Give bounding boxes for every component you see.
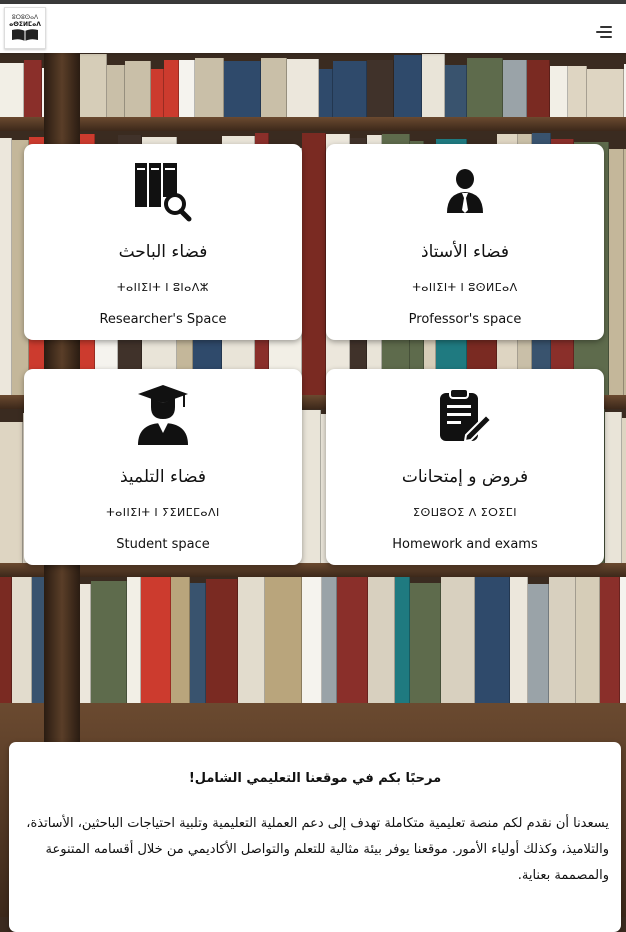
book-spine [206, 579, 238, 703]
hamburger-menu-icon[interactable] [596, 26, 612, 38]
homework-exams-card[interactable]: فروض و إمتحانات ⵉⵙⵡⵓⵔⵉ ⴷ ⵉⵔⵉⵎⵏ Homework … [326, 369, 604, 565]
shelf-board [0, 563, 626, 577]
book-spine [410, 583, 441, 703]
book-spine [576, 569, 600, 703]
book-spine [24, 60, 42, 117]
book-spine [620, 570, 626, 703]
bookshelf-row [0, 567, 626, 703]
open-book-logo-icon [12, 28, 38, 41]
book-spine [171, 573, 190, 703]
bookshelf-row [0, 53, 626, 117]
book-spine [302, 133, 326, 395]
card-title-ar: فضاء الباحث [118, 242, 208, 262]
book-spine [195, 58, 224, 117]
card-title-en: Researcher's Space [99, 312, 227, 327]
book-spine [527, 60, 550, 117]
book-spine [78, 54, 107, 117]
book-spine [467, 58, 503, 117]
book-spine [141, 577, 171, 703]
book-spine [394, 55, 422, 117]
person-tie-icon [447, 169, 483, 213]
book-spine [622, 418, 626, 563]
book-spine [190, 583, 206, 703]
card-title-tz: ⵜⴰⵏⵏⵉⵏⵜ ⵏ ⵢⵉⵍⵎⵎⴰⴷⵏ [106, 506, 220, 519]
site-header: ⵓⵔⵓⵙⴰⴷ ⴰⵙⵉⵍⵎⴰⴷ [0, 4, 626, 53]
site-logo[interactable]: ⵓⵔⵓⵙⴰⴷ ⴰⵙⵉⵍⵎⴰⴷ [4, 7, 46, 49]
book-spine [510, 567, 528, 703]
card-title-tz: ⵜⴰⵏⵏⵉⵏⵜ ⵏ ⵓⵙⵍⵎⴰⴷ [412, 281, 518, 294]
book-spine [302, 577, 322, 703]
book-spine [550, 66, 568, 117]
book-spine [395, 573, 410, 703]
book-spine [287, 59, 319, 117]
welcome-panel: مرحبًا بكم في موقعنا التعليمي الشامل! يس… [9, 742, 621, 932]
welcome-body: يسعدنا أن نقدم لكم منصة تعليمية متكاملة … [26, 816, 609, 883]
book-spine [368, 573, 395, 703]
card-title-en: Homework and exams [392, 537, 538, 552]
book-spine [528, 584, 549, 703]
book-spine [127, 570, 141, 703]
graduate-icon [138, 385, 188, 445]
book-spine [367, 60, 394, 117]
logo-line2: ⴰⵙⵉⵍⵎⴰⴷ [9, 20, 41, 28]
card-title-tz: ⵉⵙⵡⵓⵔⵉ ⴷ ⵉⵔⵉⵎⵏ [413, 506, 517, 519]
shelf-board [0, 117, 626, 131]
book-spine [91, 581, 127, 703]
book-spine [605, 412, 622, 563]
book-spine [238, 569, 265, 703]
book-spine [475, 573, 510, 703]
book-spine [0, 63, 24, 117]
clipboard-edit-icon [440, 388, 492, 443]
card-title-en: Professor's space [408, 312, 522, 327]
book-spine [164, 60, 179, 117]
book-spine [265, 577, 302, 703]
card-title-tz: ⵜⴰⵏⵏⵉⵏⵜ ⵏ ⵓⵏⴰⴷⵣ [117, 281, 209, 294]
professor-space-card[interactable]: فضاء الأستاذ ⵜⴰⵏⵏⵉⵏⵜ ⵏ ⵓⵙⵍⵎⴰⴷ Professor'… [326, 144, 604, 340]
card-title-ar: فروض و إمتحانات [401, 467, 529, 487]
card-title-ar: فضاء الأستاذ [421, 242, 509, 262]
student-space-card[interactable]: فضاء التلميذ ⵜⴰⵏⵏⵉⵏⵜ ⵏ ⵢⵉⵍⵎⵎⴰⴷⵏ Student … [24, 369, 302, 565]
book-spine [179, 60, 195, 117]
book-spine [445, 65, 467, 117]
welcome-title: مرحبًا بكم في موقعنا التعليمي الشامل! [188, 771, 442, 786]
book-spine [107, 65, 125, 117]
book-spine [568, 66, 587, 117]
book-spine [0, 422, 23, 563]
book-spine [609, 149, 624, 395]
book-spine [12, 571, 32, 703]
card-title-en: Student space [116, 537, 210, 552]
book-spine [587, 69, 624, 117]
book-spine [224, 61, 261, 117]
book-spine [151, 69, 164, 117]
book-spine [125, 61, 151, 117]
book-spine [319, 69, 333, 117]
book-search-icon [135, 163, 192, 222]
book-spine [261, 58, 287, 117]
book-spine [503, 60, 527, 117]
book-spine [0, 138, 12, 395]
researcher-space-card[interactable]: فضاء الباحث ⵜⴰⵏⵏⵉⵏⵜ ⵏ ⵓⵏⴰⴷⵣ Researcher's… [24, 144, 302, 340]
book-spine [441, 574, 475, 703]
book-spine [549, 576, 576, 703]
book-spine [322, 574, 337, 703]
book-spine [0, 576, 12, 703]
book-spine [422, 54, 445, 117]
book-spine [337, 576, 368, 703]
card-title-ar: فضاء التلميذ [120, 467, 206, 487]
book-spine [333, 61, 367, 117]
book-spine [600, 571, 620, 703]
